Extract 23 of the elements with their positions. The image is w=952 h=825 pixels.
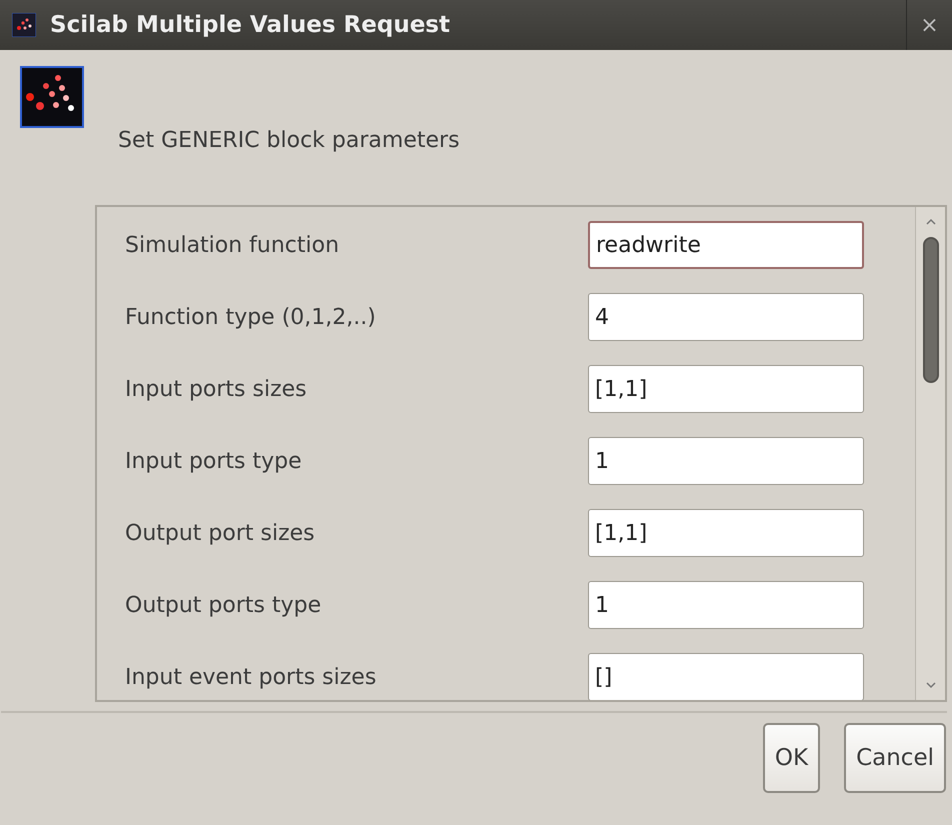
input-field[interactable]: 1 (588, 437, 864, 485)
dialog-message: Set GENERIC block parameters (118, 127, 461, 155)
input-field[interactable]: 1 (588, 581, 864, 629)
ok-button[interactable]: OK (762, 723, 820, 793)
input-field[interactable]: [1,1] (588, 509, 864, 557)
scrollbar[interactable] (915, 207, 945, 700)
field-label: Input event ports sizes (125, 664, 378, 692)
field-label: Input ports type (125, 448, 303, 476)
field-label: Simulation function (125, 232, 340, 260)
input-field[interactable]: [1,1] (588, 365, 864, 413)
scatter-logo-icon (20, 66, 84, 128)
window-title: Scilab Multiple Values Request (50, 10, 450, 40)
field-label: Input ports sizes (125, 376, 308, 404)
field-label: Function type (0,1,2,..) (125, 304, 377, 332)
scroll-thumb[interactable] (922, 237, 938, 383)
field-label: Output port sizes (125, 520, 316, 548)
cancel-button[interactable]: Cancel (844, 723, 946, 793)
input-field[interactable]: [] (588, 653, 864, 700)
field-label: Output ports type (125, 592, 322, 620)
input-field[interactable]: readwrite (588, 221, 864, 269)
input-field[interactable]: 4 (588, 293, 864, 341)
close-button[interactable]: × (906, 0, 952, 50)
app-icon (12, 13, 36, 37)
